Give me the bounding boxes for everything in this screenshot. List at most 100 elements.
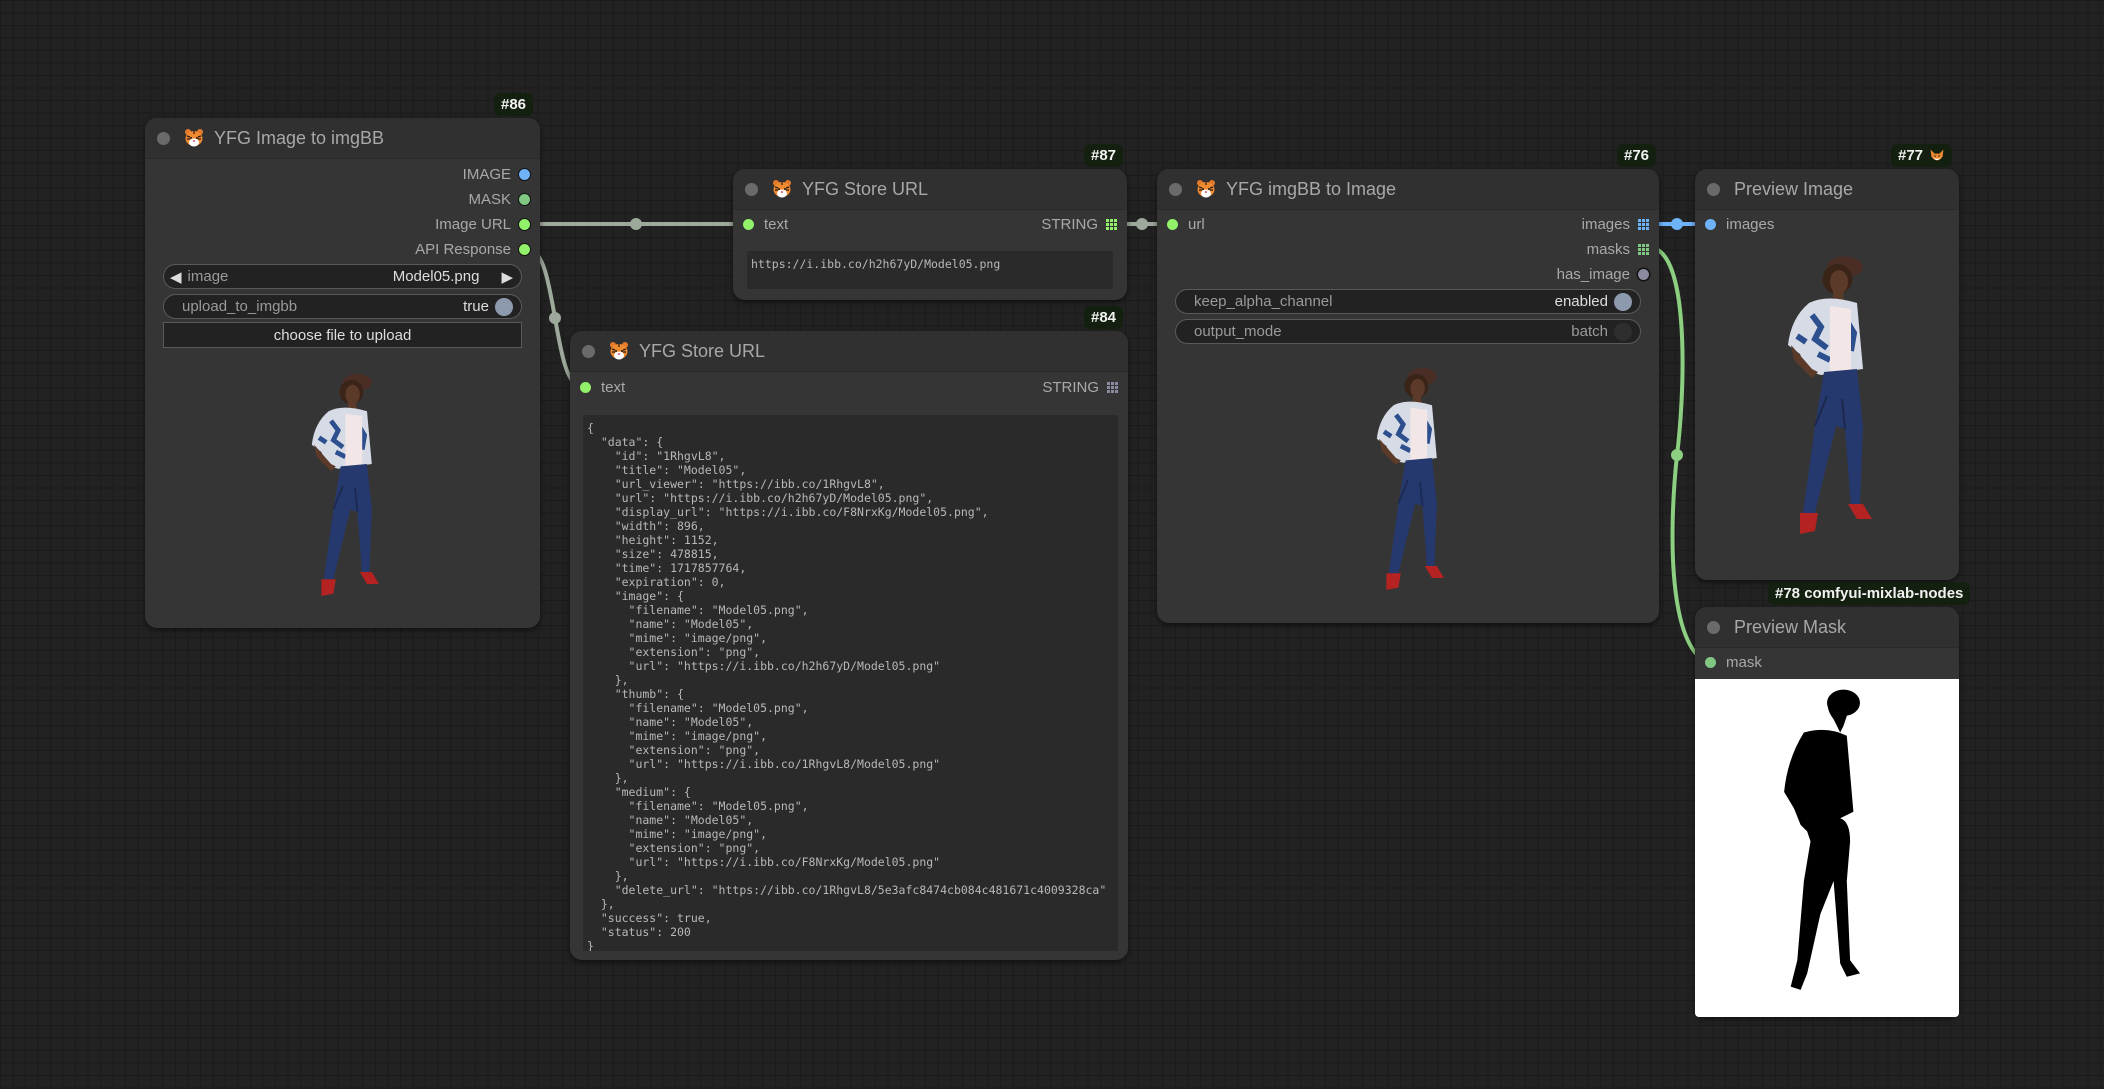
- list-output-grid-icon[interactable]: [1106, 218, 1117, 230]
- output-slot-image-url[interactable]: Image URL: [435, 213, 530, 235]
- node-title: YFG Image to imgBB: [214, 127, 385, 148]
- fox-icon: [1929, 148, 1945, 164]
- slot-label: images: [1581, 215, 1630, 233]
- slot-label: images: [1726, 215, 1775, 233]
- node-id-text: #76: [1624, 147, 1650, 164]
- mask-slot-dot-icon[interactable]: [519, 193, 530, 205]
- boolean-slot-dot-icon[interactable]: [1638, 268, 1649, 280]
- node-preview-mask[interactable]: Preview Mask mask: [1695, 607, 1959, 1017]
- widget-label: upload_to_imgbb: [182, 298, 298, 315]
- arrow-right-icon[interactable]: ▶: [501, 268, 513, 286]
- input-slot-url[interactable]: url: [1167, 213, 1205, 235]
- node-header[interactable]: Preview Image: [1695, 169, 1959, 210]
- output-slot-masks[interactable]: masks: [1587, 238, 1649, 260]
- input-slot-images[interactable]: images: [1705, 213, 1774, 235]
- node-title: YFG imgBB to Image: [1226, 178, 1397, 199]
- slot-label: IMAGE: [462, 165, 511, 183]
- wire-midpoint-handle[interactable]: [1671, 449, 1683, 461]
- list-output-grid-icon[interactable]: [1638, 218, 1649, 230]
- slot-label: STRING: [1041, 215, 1098, 233]
- widget-value: batch: [1571, 323, 1608, 340]
- string-slot-dot-icon[interactable]: [580, 381, 591, 393]
- slot-label: API Response: [415, 240, 511, 258]
- output-slot-images[interactable]: images: [1582, 213, 1649, 235]
- output-mode-toggle[interactable]: output_mode batch: [1175, 319, 1641, 344]
- string-slot-dot-icon[interactable]: [519, 218, 530, 230]
- slot-label: mask: [1726, 653, 1762, 671]
- collapse-toggle-icon[interactable]: [1707, 620, 1720, 634]
- choose-file-button[interactable]: choose file to upload: [163, 322, 522, 348]
- node-title: Preview Image: [1734, 178, 1854, 199]
- text-value-field[interactable]: https://i.ibb.co/h2h67yD/Model05.png: [747, 251, 1113, 289]
- node-preview-image[interactable]: Preview Image images: [1695, 169, 1959, 580]
- widget-label: output_mode: [1194, 323, 1282, 340]
- toggle-on-icon[interactable]: [1614, 292, 1632, 311]
- node-header[interactable]: YFG Store URL: [733, 169, 1127, 210]
- collapse-toggle-icon[interactable]: [745, 182, 758, 196]
- slot-label: text: [601, 378, 626, 396]
- node-header[interactable]: YFG Image to imgBB: [145, 118, 540, 159]
- image-preview: [1695, 239, 1959, 577]
- output-slot-has-image[interactable]: has_image: [1557, 263, 1649, 285]
- arrow-left-icon[interactable]: ◀: [170, 268, 182, 286]
- wire-midpoint-handle[interactable]: [549, 312, 561, 324]
- wire-midpoint-handle[interactable]: [1671, 218, 1683, 230]
- node-title: YFG Store URL: [639, 340, 766, 361]
- image-combo-widget[interactable]: ◀ image Model05.png ▶: [163, 264, 522, 289]
- node-yfg-image-to-imgbb[interactable]: YFG Image to imgBB IMAGE MASK Image URL …: [145, 118, 540, 628]
- list-output-grid-icon[interactable]: [1638, 243, 1649, 255]
- node-title: Preview Mask: [1734, 616, 1847, 637]
- slot-label: has_image: [1556, 265, 1630, 283]
- input-slot-text[interactable]: text: [580, 376, 625, 398]
- node-id-text: #86: [501, 96, 527, 113]
- string-slot-dot-icon[interactable]: [743, 218, 754, 230]
- image-preview: [1157, 351, 1659, 619]
- node-yfg-store-url-84[interactable]: YFG Store URL text STRING { "data": { "i…: [570, 331, 1128, 960]
- string-slot-dot-icon[interactable]: [1167, 218, 1178, 230]
- mask-preview: [1695, 679, 1959, 1017]
- output-slot-api-response[interactable]: API Response: [415, 238, 530, 260]
- slot-label: STRING: [1042, 378, 1099, 396]
- list-output-grid-icon[interactable]: [1107, 381, 1118, 393]
- node-header[interactable]: YFG Store URL: [570, 331, 1128, 372]
- slot-label: text: [764, 215, 789, 233]
- mask-slot-dot-icon[interactable]: [1705, 656, 1716, 668]
- node-header[interactable]: Preview Mask: [1695, 607, 1959, 648]
- node-yfg-store-url-87[interactable]: YFG Store URL text STRING https://i.ibb.…: [733, 169, 1127, 300]
- collapse-toggle-icon[interactable]: [1169, 182, 1182, 196]
- node-id-badge: #86: [494, 93, 534, 116]
- wire-midpoint-handle[interactable]: [630, 218, 642, 230]
- node-title: YFG Store URL: [802, 178, 929, 199]
- slot-label: MASK: [468, 190, 511, 208]
- input-slot-mask[interactable]: mask: [1705, 651, 1762, 673]
- image-preview: [145, 358, 540, 623]
- node-id-badge: #76: [1617, 144, 1657, 167]
- widget-value: Model05.png: [392, 268, 480, 285]
- image-slot-dot-icon[interactable]: [519, 168, 530, 180]
- image-slot-dot-icon[interactable]: [1705, 218, 1716, 230]
- output-slot-image[interactable]: IMAGE: [463, 163, 530, 185]
- wire-midpoint-handle[interactable]: [1136, 218, 1148, 230]
- tiger-icon: [1196, 179, 1216, 199]
- string-slot-dot-icon[interactable]: [519, 243, 530, 255]
- node-id-text: #77: [1898, 147, 1924, 164]
- api-response-text-field[interactable]: { "data": { "id": "1RhgvL8", "title": "M…: [583, 415, 1118, 951]
- upload-to-imgbb-toggle[interactable]: upload_to_imgbb true: [163, 294, 522, 319]
- output-slot-mask[interactable]: MASK: [468, 188, 530, 210]
- node-id-badge: #84: [1084, 306, 1124, 329]
- output-slot-string[interactable]: STRING: [1042, 376, 1118, 398]
- keep-alpha-channel-toggle[interactable]: keep_alpha_channel enabled: [1175, 289, 1641, 314]
- node-yfg-imgbb-to-image[interactable]: YFG imgBB to Image url images masks has_…: [1157, 169, 1659, 623]
- output-slot-string[interactable]: STRING: [1041, 213, 1117, 235]
- toggle-off-icon[interactable]: [1614, 322, 1632, 341]
- node-header[interactable]: YFG imgBB to Image: [1157, 169, 1659, 210]
- widget-value: true: [463, 298, 489, 315]
- collapse-toggle-icon[interactable]: [1707, 182, 1720, 196]
- input-slot-text[interactable]: text: [743, 213, 788, 235]
- collapse-toggle-icon[interactable]: [157, 131, 170, 145]
- node-id-badge: #78 comfyui-mixlab-nodes: [1768, 582, 1971, 605]
- widget-value: enabled: [1554, 293, 1608, 310]
- widget-label: keep_alpha_channel: [1194, 293, 1333, 310]
- collapse-toggle-icon[interactable]: [582, 344, 595, 358]
- toggle-on-icon[interactable]: [495, 297, 513, 316]
